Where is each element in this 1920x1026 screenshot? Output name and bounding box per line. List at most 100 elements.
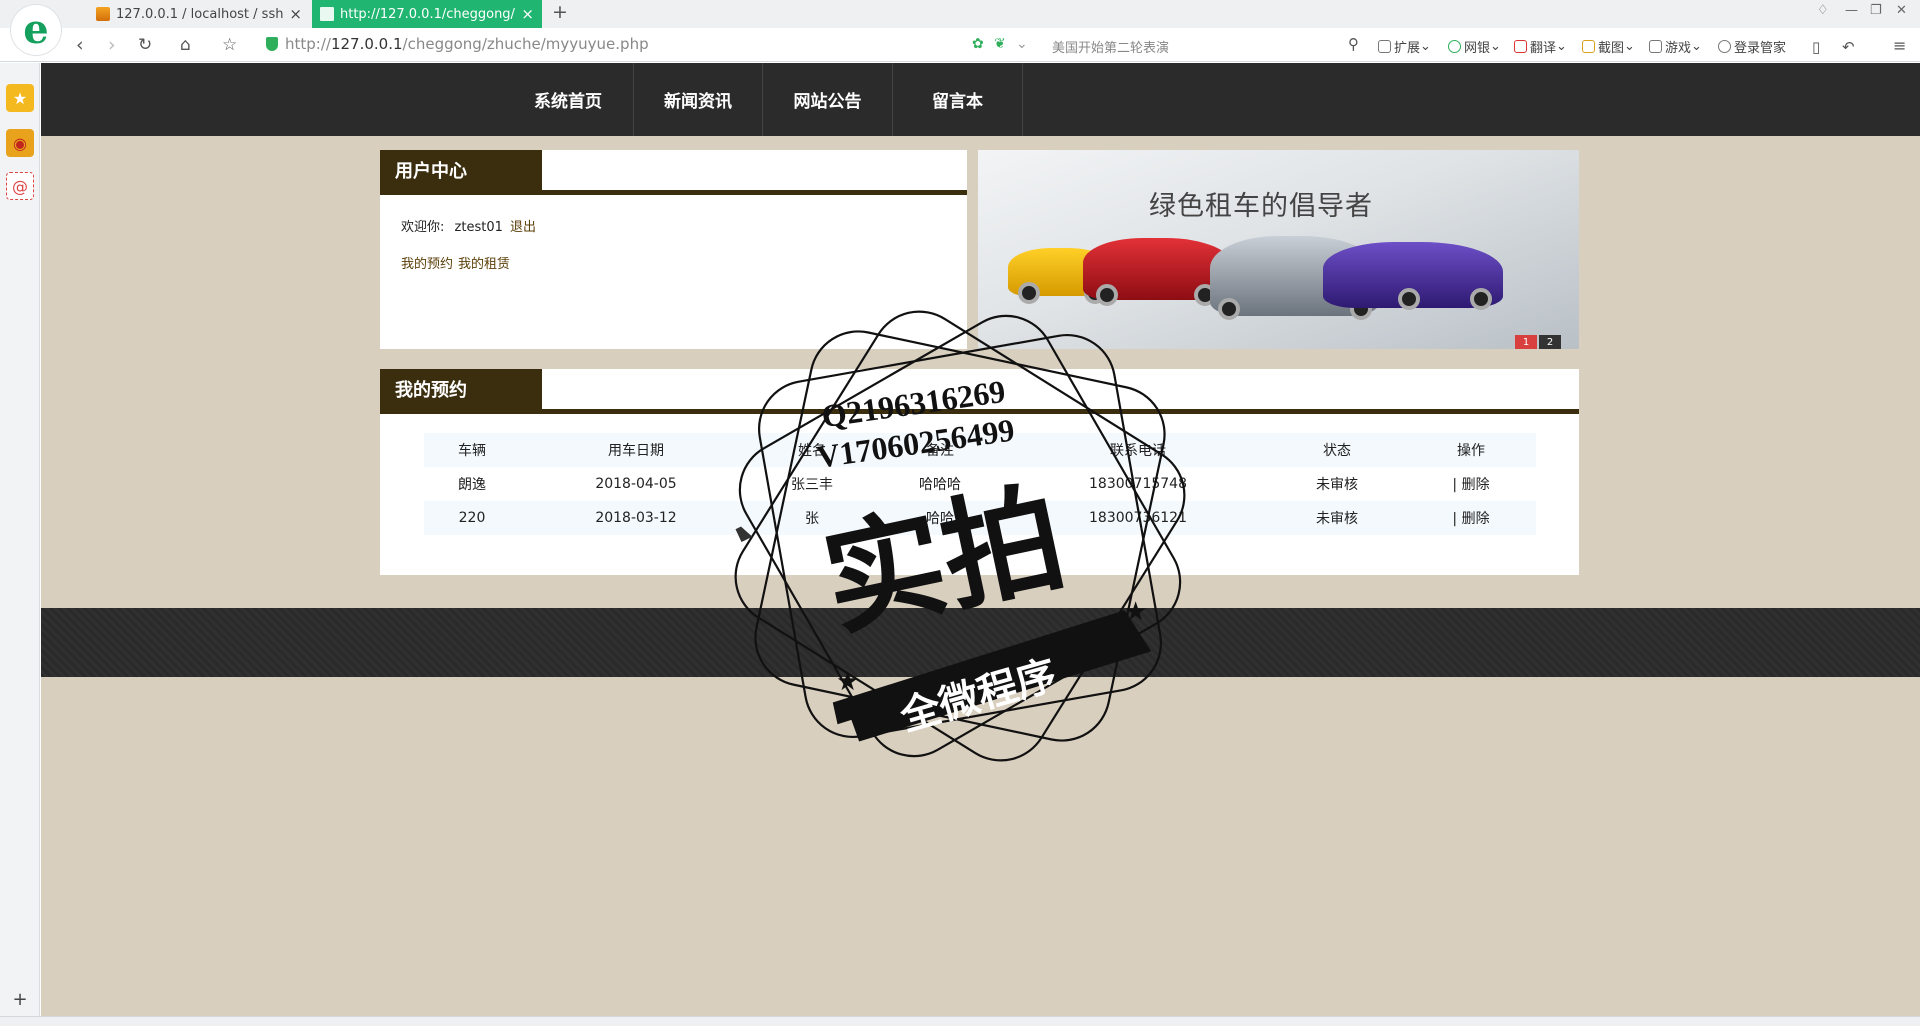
toolbar-label: 扩展	[1394, 41, 1421, 56]
new-tab-button[interactable]: +	[552, 1, 568, 23]
table-row: 朗逸 2018-04-05 张三丰 哈哈哈 18300715748 未审核 | …	[424, 467, 1536, 501]
toolbar-label: 翻译	[1530, 41, 1557, 56]
minimize-button[interactable]: —	[1845, 3, 1858, 18]
translate-button[interactable]: 翻译 ⌄	[1514, 37, 1567, 56]
cell-vehicle: 220	[424, 501, 520, 535]
back-icon[interactable]: ‹	[76, 34, 84, 56]
column-header: 联系电话	[1008, 433, 1268, 467]
slide-dots: 1 2	[1515, 335, 1561, 349]
login-manager-button[interactable]: 登录管家	[1718, 37, 1786, 56]
forward-icon[interactable]: ›	[108, 34, 116, 56]
url-field[interactable]: http://127.0.0.1/cheggong/zhuche/myyuyue…	[285, 35, 649, 53]
compat-mode-icon[interactable]: ❦	[994, 36, 1006, 52]
favorites-star-icon[interactable]: ★	[6, 84, 34, 112]
tab-active-page[interactable]: http://127.0.0.1/cheggong/zh ×	[312, 0, 542, 28]
address-bar: ‹ › ↻ ⌂ ☆ http://127.0.0.1/cheggong/zhuc…	[0, 28, 1920, 62]
add-sidebar-icon[interactable]: +	[6, 985, 34, 1013]
search-icon[interactable]: ⚲	[1348, 35, 1359, 53]
cell-name: 张	[752, 501, 872, 535]
site-nav: 系统首页 新闻资讯 网站公告 留言本	[41, 63, 1920, 136]
mail-icon[interactable]: @	[6, 172, 34, 200]
extensions-icon	[1378, 40, 1391, 53]
home-icon[interactable]: ⌂	[180, 34, 191, 56]
logout-link[interactable]: 退出	[510, 220, 536, 235]
url-path: /cheggong/zhuche/myyuyue.php	[402, 35, 649, 53]
username: ztest01	[454, 220, 503, 235]
page-viewport: 系统首页 新闻资讯 网站公告 留言本 用户中心 欢迎你: ztest01 退出 …	[41, 63, 1920, 1016]
games-button[interactable]: 游戏 ⌄	[1649, 37, 1702, 56]
delete-link[interactable]: 删除	[1462, 477, 1490, 493]
close-icon[interactable]: ×	[289, 5, 302, 23]
table-row: 220 2018-03-12 张 哈哈 18300736121 未审核 | 删除	[424, 501, 1536, 535]
nav-guestbook[interactable]: 留言本	[893, 63, 1023, 136]
close-icon[interactable]: ×	[521, 5, 534, 23]
welcome-line: 欢迎你: ztest01 退出	[401, 216, 536, 235]
action-separator: |	[1452, 477, 1458, 493]
restore-button[interactable]: ❐	[1870, 3, 1882, 18]
close-window-button[interactable]: ✕	[1896, 3, 1907, 18]
document-icon	[320, 7, 334, 21]
panel-header: 用户中心	[380, 150, 967, 195]
tab-title: 127.0.0.1 / localhost / sshhuo	[116, 6, 284, 22]
status-bar	[0, 1016, 1920, 1026]
skin-icon[interactable]: ♢	[1817, 3, 1829, 18]
banner-title: 绿色租车的倡导者	[1149, 191, 1373, 222]
phpmyadmin-icon	[96, 7, 110, 21]
cell-actions: | 删除	[1406, 501, 1536, 535]
cell-actions: | 删除	[1406, 467, 1536, 501]
panel-title: 用户中心	[380, 150, 542, 190]
toolbar-label: 登录管家	[1734, 41, 1787, 56]
extensions-button[interactable]: 扩展 ⌄	[1378, 37, 1431, 56]
toolbar-label: 截图	[1598, 41, 1625, 56]
delete-link[interactable]: 删除	[1462, 511, 1490, 527]
cell-note: 哈哈	[872, 501, 1008, 535]
reload-icon[interactable]: ↻	[138, 34, 152, 56]
undo-icon[interactable]: ↶	[1842, 36, 1855, 58]
promo-banner[interactable]: 绿色租车的倡导者 1 2	[978, 150, 1579, 349]
panel-title: 我的预约	[380, 369, 542, 409]
toolbar-label: 游戏	[1665, 41, 1692, 56]
toolbar-label: 网银	[1464, 41, 1491, 56]
weibo-icon[interactable]: ◉	[6, 129, 34, 157]
360-browser-logo-icon[interactable]: e	[10, 4, 62, 56]
user-links: 我的预约 我的租赁	[401, 253, 515, 272]
menu-icon[interactable]: ≡	[1893, 35, 1906, 57]
slide-dot[interactable]: 1	[1515, 335, 1537, 349]
url-host: 127.0.0.1	[330, 35, 403, 53]
column-header: 备注	[872, 433, 1008, 467]
site-footer	[41, 608, 1920, 677]
nav-home[interactable]: 系统首页	[503, 63, 634, 136]
welcome-text: 欢迎你:	[401, 220, 445, 235]
chevron-down-icon[interactable]: ⌄	[1016, 36, 1028, 52]
tab-phpmyadmin[interactable]: 127.0.0.1 / localhost / sshhuo ×	[88, 0, 310, 28]
cell-vehicle: 朗逸	[458, 477, 486, 493]
reading-mode-icon[interactable]: ▯	[1812, 36, 1820, 58]
ebank-icon	[1448, 40, 1461, 53]
screenshot-button[interactable]: 截图 ⌄	[1582, 37, 1635, 56]
speed-mode-icon[interactable]: ✿	[972, 36, 984, 52]
cell-note: 哈哈哈	[919, 477, 961, 493]
ebank-button[interactable]: 网银 ⌄	[1448, 37, 1501, 56]
nav-announcements[interactable]: 网站公告	[763, 63, 893, 136]
panel-header: 我的预约	[380, 369, 1579, 414]
search-input[interactable]: 美国开始第二轮表演	[1052, 37, 1169, 56]
column-header: 操作	[1406, 433, 1536, 467]
security-shield-icon	[266, 37, 278, 51]
cell-date: 2018-03-12	[520, 501, 752, 535]
cell-status: 未审核	[1316, 477, 1358, 493]
table-header-row: 车辆 用车日期 姓名 备注 联系电话 状态 操作	[424, 433, 1536, 467]
column-header: 车辆	[424, 433, 520, 467]
bookmark-star-icon[interactable]: ☆	[222, 34, 237, 56]
cell-status: 未审核	[1268, 501, 1406, 535]
slide-dot[interactable]: 2	[1539, 335, 1561, 349]
reservations-panel: 我的预约 车辆 用车日期 姓名 备注 联系电话 状态 操作 朗逸 2018-04…	[380, 369, 1579, 575]
nav-news[interactable]: 新闻资讯	[634, 63, 763, 136]
gamepad-icon	[1649, 40, 1662, 53]
my-reservations-link[interactable]: 我的预约	[401, 257, 453, 272]
my-rentals-link[interactable]: 我的租赁	[458, 257, 510, 272]
column-header: 用车日期	[520, 433, 752, 467]
tab-bar: 127.0.0.1 / localhost / sshhuo × http://…	[0, 0, 1920, 28]
cell-phone: 18300736121	[1008, 501, 1268, 535]
column-header: 姓名	[752, 433, 872, 467]
column-header: 状态	[1268, 433, 1406, 467]
